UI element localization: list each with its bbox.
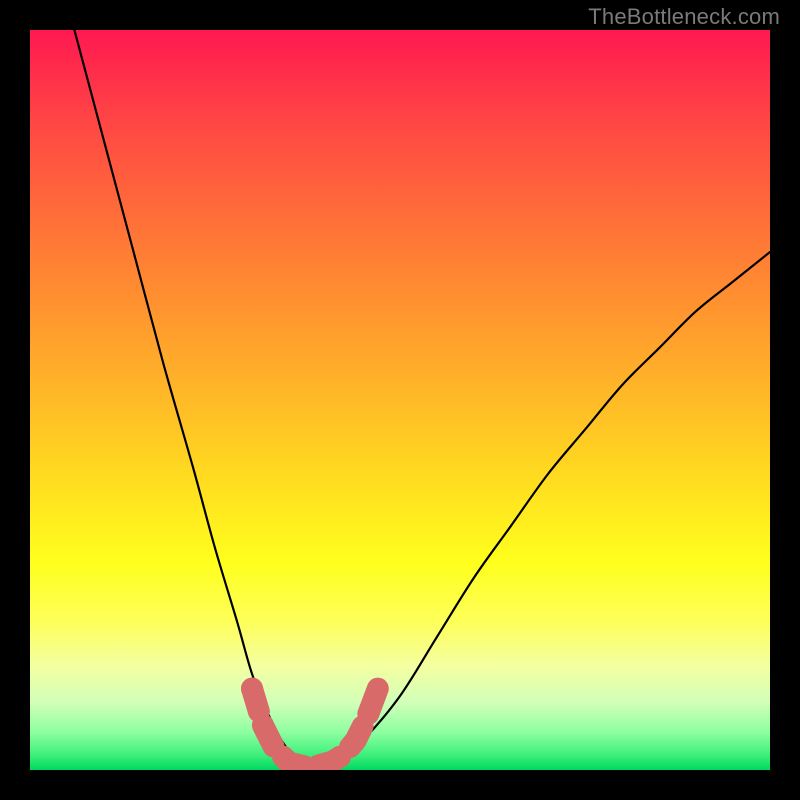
- highlight-dot: [367, 678, 389, 700]
- watermark-text: TheBottleneck.com: [588, 4, 780, 30]
- curve-line: [74, 30, 770, 767]
- highlight-dot: [241, 678, 263, 700]
- marker-group: [241, 678, 389, 767]
- chart-container: { "watermark": "TheBottleneck.com", "cha…: [0, 0, 800, 800]
- chart-svg: [30, 30, 770, 770]
- highlight-segments: [252, 689, 378, 767]
- plot-area: [30, 30, 770, 770]
